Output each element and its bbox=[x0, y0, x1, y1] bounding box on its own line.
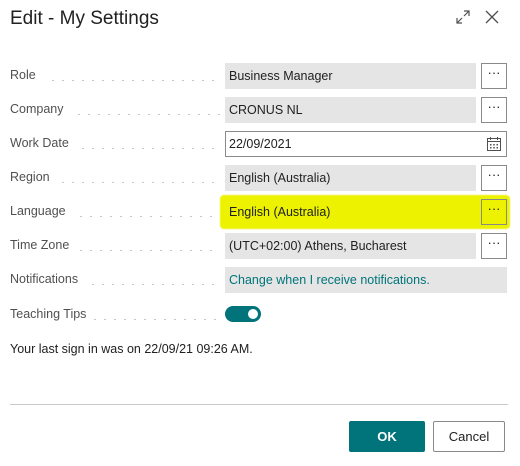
time-zone-field[interactable]: (UTC+02:00) Athens, Bucharest bbox=[225, 233, 476, 259]
time-zone-leader-dots bbox=[76, 237, 220, 251]
footer-divider bbox=[10, 404, 508, 405]
expand-arrows-icon bbox=[456, 10, 470, 24]
last-sign-in-text: Your last sign in was on 22/09/21 09:26 … bbox=[10, 342, 253, 356]
company-label: Company bbox=[10, 102, 64, 116]
expand-icon[interactable] bbox=[452, 6, 474, 28]
work-date-input[interactable]: 22/09/2021 bbox=[225, 131, 507, 157]
region-label: Region bbox=[10, 170, 50, 184]
role-field[interactable]: Business Manager bbox=[225, 63, 476, 89]
ok-button[interactable]: OK bbox=[349, 421, 425, 452]
teaching-tips-leader-dots bbox=[90, 306, 220, 320]
time-zone-row: Time Zone (UTC+02:00) Athens, Bucharest … bbox=[10, 233, 510, 259]
close-x-icon bbox=[485, 10, 499, 24]
notifications-link[interactable]: Change when I receive notifications. bbox=[225, 267, 507, 293]
time-zone-lookup-button[interactable]: ··· bbox=[481, 233, 507, 259]
role-lookup-button[interactable]: ··· bbox=[481, 63, 507, 89]
time-zone-label: Time Zone bbox=[10, 238, 70, 252]
work-date-label: Work Date bbox=[10, 136, 69, 150]
language-field[interactable]: English (Australia) bbox=[225, 199, 476, 225]
close-icon[interactable] bbox=[481, 6, 503, 28]
region-field[interactable]: English (Australia) bbox=[225, 165, 476, 191]
my-settings-dialog: Edit - My Settings Role Business Manager… bbox=[0, 0, 520, 466]
work-date-leader-dots bbox=[78, 135, 220, 149]
notifications-label: Notifications bbox=[10, 272, 79, 286]
language-lookup-button[interactable]: ··· bbox=[481, 199, 507, 225]
language-leader-dots bbox=[76, 203, 220, 217]
region-row: Region English (Australia) ··· bbox=[10, 165, 510, 191]
teaching-tips-toggle[interactable] bbox=[225, 306, 261, 322]
work-date-row: Work Date 22/09/2021 bbox=[10, 131, 510, 157]
company-lookup-button[interactable]: ··· bbox=[481, 97, 507, 123]
role-row: Role Business Manager ··· bbox=[10, 63, 510, 89]
company-leader-dots bbox=[74, 101, 220, 115]
toggle-knob bbox=[248, 309, 258, 319]
calendar-icon[interactable] bbox=[486, 136, 502, 152]
teaching-tips-label: Teaching Tips bbox=[10, 307, 87, 321]
role-label: Role bbox=[10, 68, 36, 82]
notifications-leader-dots bbox=[88, 271, 220, 285]
company-row: Company CRONUS NL ··· bbox=[10, 97, 510, 123]
language-label: Language bbox=[10, 204, 66, 218]
dialog-title: Edit - My Settings bbox=[10, 8, 159, 29]
cancel-button[interactable]: Cancel bbox=[433, 421, 505, 452]
notifications-row: Notifications Change when I receive noti… bbox=[10, 267, 510, 293]
company-field[interactable]: CRONUS NL bbox=[225, 97, 476, 123]
work-date-value: 22/09/2021 bbox=[229, 137, 292, 151]
teaching-tips-row: Teaching Tips bbox=[10, 302, 510, 328]
region-lookup-button[interactable]: ··· bbox=[481, 165, 507, 191]
language-row: Language English (Australia) ··· bbox=[10, 199, 510, 225]
region-leader-dots bbox=[58, 169, 220, 183]
role-leader-dots bbox=[48, 67, 220, 81]
